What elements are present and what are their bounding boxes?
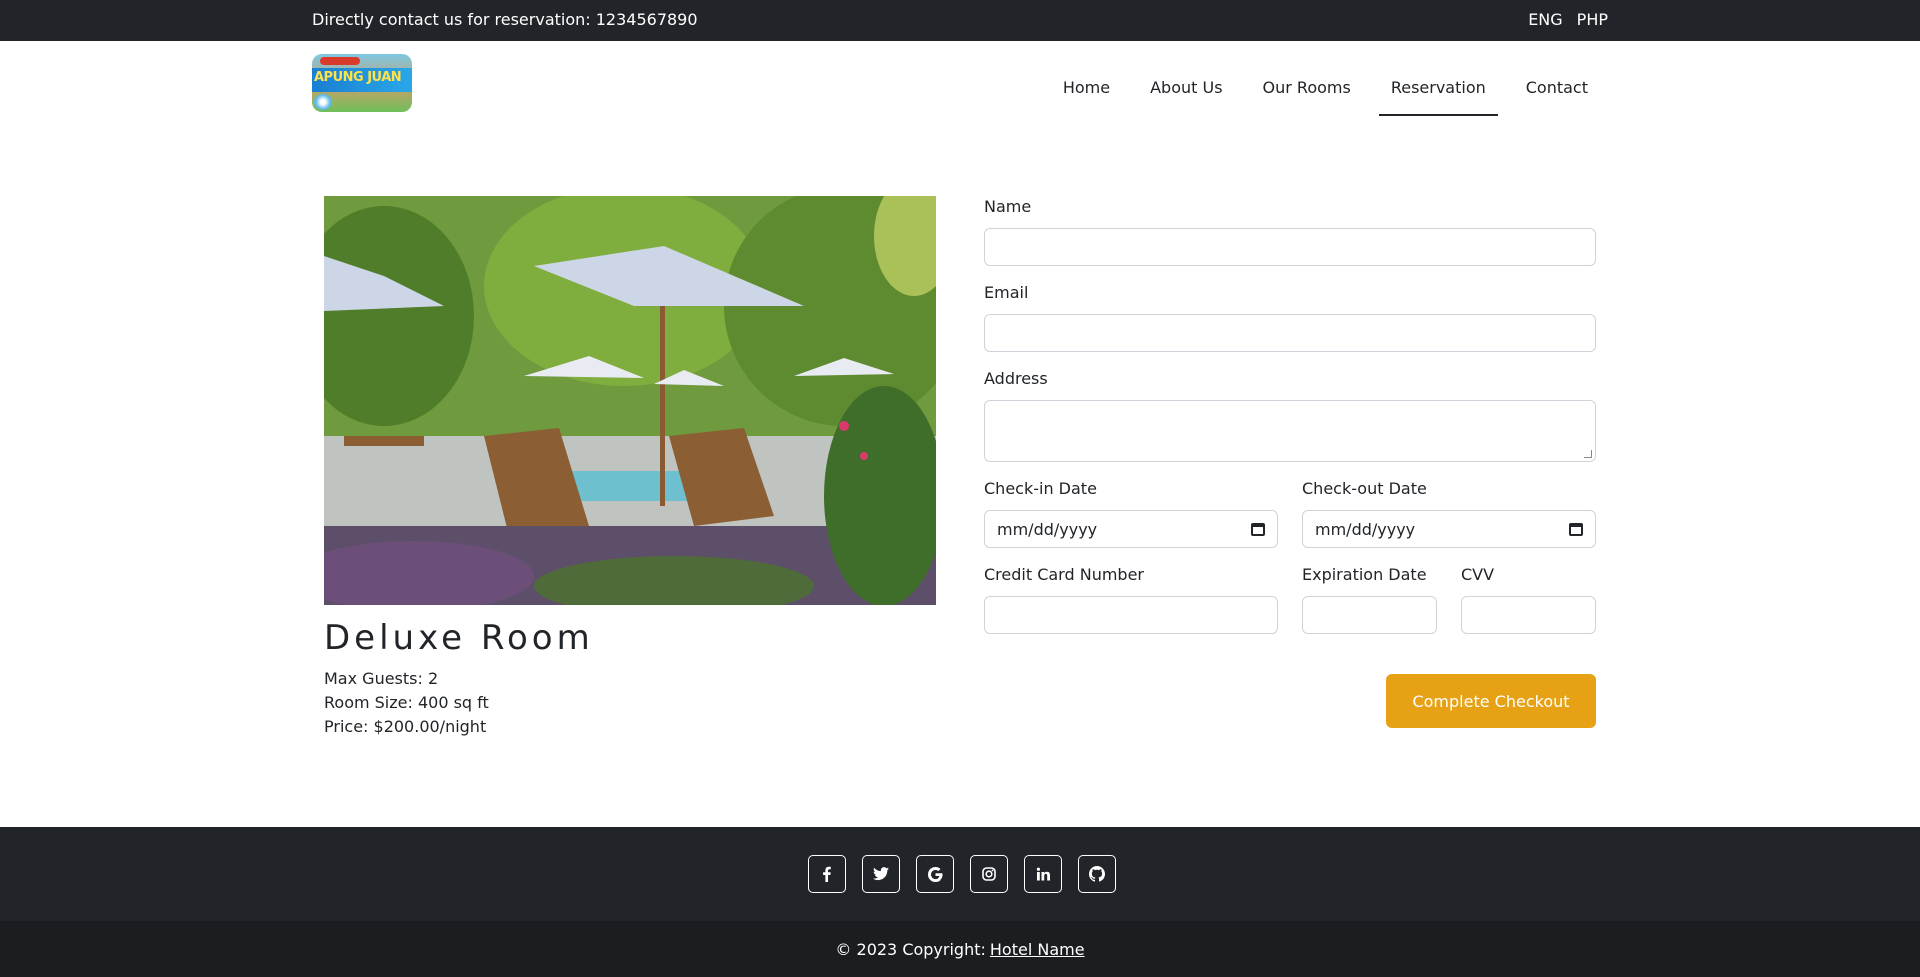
reservation-contact-text: Directly contact us for reservation: 123… bbox=[312, 10, 698, 29]
facebook-icon[interactable] bbox=[808, 855, 846, 893]
room-photo bbox=[324, 196, 936, 605]
instagram-icon[interactable] bbox=[970, 855, 1008, 893]
hotel-name-link[interactable]: Hotel Name bbox=[990, 940, 1085, 959]
calendar-icon[interactable] bbox=[1569, 522, 1583, 536]
google-icon[interactable] bbox=[916, 855, 954, 893]
cvv-label: CVV bbox=[1461, 565, 1495, 584]
checkin-label: Check-in Date bbox=[984, 479, 1097, 498]
checkin-date-value: mm/dd/yyyy bbox=[997, 519, 1098, 539]
room-size-text: Room Size: 400 sq ft bbox=[324, 693, 489, 712]
github-icon[interactable] bbox=[1078, 855, 1116, 893]
complete-checkout-button[interactable]: Complete Checkout bbox=[1386, 674, 1596, 728]
top-bar: Directly contact us for reservation: 123… bbox=[0, 0, 1920, 41]
card-number-field[interactable] bbox=[984, 596, 1278, 634]
room-title: Deluxe Room bbox=[324, 618, 594, 658]
nav-contact[interactable]: Contact bbox=[1506, 50, 1608, 112]
address-label: Address bbox=[984, 369, 1048, 388]
language-currency-switcher: ENG PHP bbox=[1528, 10, 1608, 29]
checkin-date-input[interactable]: mm/dd/yyyy bbox=[984, 510, 1278, 548]
main-nav: Home About Us Our Rooms Reservation Cont… bbox=[1043, 41, 1608, 121]
copyright-text: © 2023 Copyright: bbox=[835, 939, 986, 959]
address-textarea[interactable] bbox=[984, 400, 1596, 462]
pool-umbrellas-image bbox=[324, 196, 936, 605]
logo-text: APUNG JUAN bbox=[314, 70, 402, 85]
footer-social bbox=[0, 827, 1920, 921]
checkout-date-value: mm/dd/yyyy bbox=[1315, 519, 1416, 539]
language-eng[interactable]: ENG bbox=[1528, 10, 1562, 29]
expiration-field[interactable] bbox=[1302, 596, 1437, 634]
cvv-field[interactable] bbox=[1461, 596, 1596, 634]
price-text: Price: $200.00/night bbox=[324, 717, 487, 736]
name-label: Name bbox=[984, 197, 1032, 216]
checkout-label: Check-out Date bbox=[1302, 479, 1427, 498]
checkout-date-input[interactable]: mm/dd/yyyy bbox=[1302, 510, 1596, 548]
twitter-icon[interactable] bbox=[862, 855, 900, 893]
nav-our-rooms[interactable]: Our Rooms bbox=[1243, 50, 1371, 112]
card-number-label: Credit Card Number bbox=[984, 565, 1144, 584]
social-links bbox=[808, 855, 1116, 893]
calendar-icon[interactable] bbox=[1251, 522, 1265, 536]
nav-home[interactable]: Home bbox=[1043, 50, 1130, 112]
name-field[interactable] bbox=[984, 228, 1596, 266]
nav-about-us[interactable]: About Us bbox=[1130, 50, 1242, 112]
max-guests-text: Max Guests: 2 bbox=[324, 669, 439, 688]
site-logo[interactable]: APUNG JUAN bbox=[312, 54, 412, 112]
room-details: Max Guests: 2 Room Size: 400 sq ft Price… bbox=[324, 667, 489, 739]
email-field[interactable] bbox=[984, 314, 1596, 352]
email-label: Email bbox=[984, 283, 1029, 302]
resize-handle-icon[interactable] bbox=[1584, 450, 1592, 458]
footer-copyright: © 2023 Copyright: Hotel Name bbox=[0, 921, 1920, 977]
linkedin-icon[interactable] bbox=[1024, 855, 1062, 893]
expiration-label: Expiration Date bbox=[1302, 565, 1427, 584]
nav-reservation[interactable]: Reservation bbox=[1371, 50, 1506, 116]
logo-swirl-icon bbox=[314, 94, 332, 110]
currency-php[interactable]: PHP bbox=[1577, 10, 1608, 29]
navbar: APUNG JUAN Home About Us Our Rooms Reser… bbox=[0, 41, 1920, 121]
